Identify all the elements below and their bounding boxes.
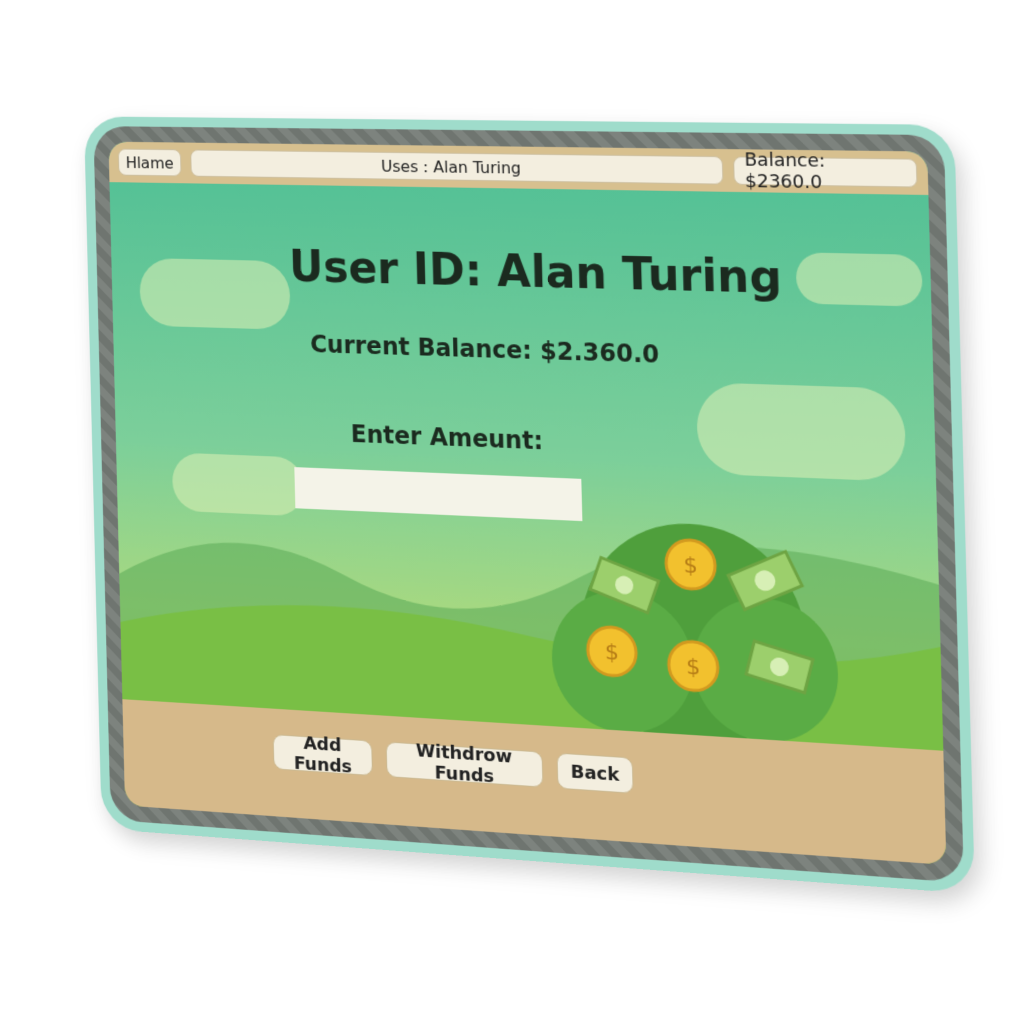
page-title: User ID: Alan Turing [288, 241, 783, 305]
current-balance-text: Current Balance: $2.360.0 [309, 330, 660, 369]
add-funds-button[interactable]: Add Funds [272, 733, 374, 778]
cloud [695, 382, 907, 482]
svg-text:$: $ [686, 654, 701, 680]
balance-badge: Balance: $2360.0 [733, 149, 918, 193]
stage: Hlame Uses : Alan Turing Balance: $2360.… [0, 0, 1024, 1024]
main-content: User ID: Alan Turing Current Balance: $2… [110, 209, 929, 522]
tablet-device: Hlame Uses : Alan Turing Balance: $2360.… [83, 116, 975, 895]
svg-text:$: $ [605, 640, 620, 666]
cloud [139, 257, 291, 330]
svg-text:$: $ [683, 553, 698, 579]
withdraw-funds-button[interactable]: Withdrow Funds [385, 740, 544, 788]
home-button[interactable]: Hlame [117, 148, 182, 177]
top-bar: Hlame Uses : Alan Turing Balance: $2360.… [108, 141, 929, 196]
back-button[interactable]: Back [556, 752, 634, 794]
tablet-bezel: Hlame Uses : Alan Turing Balance: $2360.… [93, 126, 964, 883]
amount-label: Enter Ameunt: [350, 420, 544, 456]
user-bar: Uses : Alan Turing [190, 149, 724, 185]
cloud [795, 252, 923, 307]
app-screen: Hlame Uses : Alan Turing Balance: $2360.… [108, 141, 947, 865]
